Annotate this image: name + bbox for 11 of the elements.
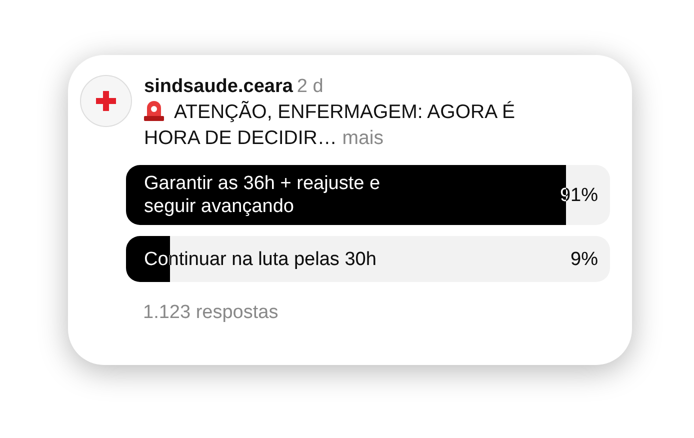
siren-icon xyxy=(144,99,164,121)
caption-line: ATENÇÃO, ENFERMAGEM: AGORA É xyxy=(174,101,515,123)
avatar[interactable] xyxy=(80,75,132,127)
cross-icon xyxy=(95,90,117,112)
response-count[interactable]: 1.123 respostas xyxy=(143,302,610,324)
option-label: Garantir as 36h + reajuste e seguir avançando xyxy=(143,172,382,218)
username[interactable]: sindsaude.ceara xyxy=(144,76,293,97)
option-percent: 9% xyxy=(570,248,599,270)
more-link[interactable]: mais xyxy=(342,127,384,149)
post-time: 2 d xyxy=(296,76,324,97)
caption-line: HORA DE DECIDIR… xyxy=(144,127,337,149)
